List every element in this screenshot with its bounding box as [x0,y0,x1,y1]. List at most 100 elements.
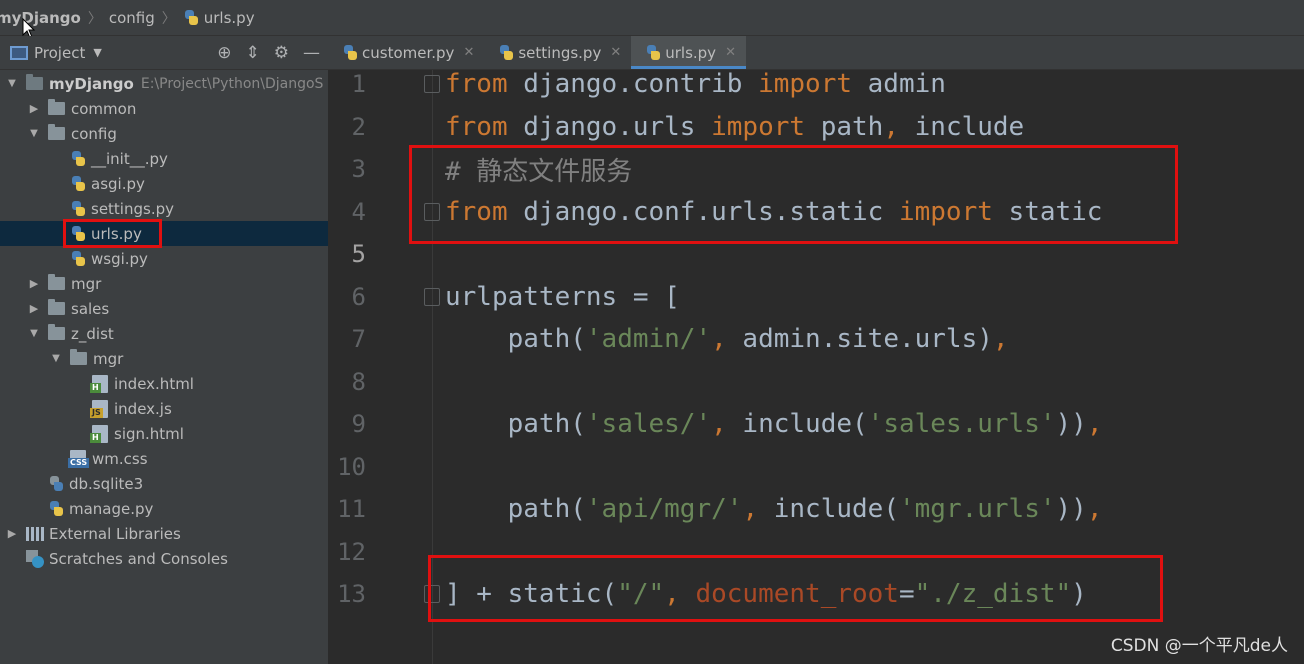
code-line[interactable]: 7 path('admin/', admin.site.urls), [328,318,1304,360]
tree-item-mgr[interactable]: ▼ mgr [0,346,328,371]
line-number: 2 [351,112,366,141]
tree-item-init-py[interactable]: ▶__init__.py [0,146,328,171]
tree-item-mydjango[interactable]: ▼ myDjango E:\Project\Python\DjangoS [0,71,328,96]
python-file-icon [48,500,64,518]
close-icon[interactable]: ✕ [463,45,474,60]
tree-item-label: common [71,99,137,118]
chevron-down-icon[interactable]: ▼ [28,328,40,339]
code-token: include( [726,409,868,439]
tree-item-index-html[interactable]: ▶Hindex.html [0,371,328,396]
tree-item-common[interactable]: ▶ common [0,96,328,121]
tree-item-wm-css[interactable]: ▶CSSwm.css [0,446,328,471]
code-line[interactable]: 9 path('sales/', include('sales.urls')), [328,403,1304,445]
locate-file-icon[interactable]: ⊕ [217,43,231,63]
code-token: from [445,69,508,99]
project-view-icon [10,45,28,60]
highlight-box-static-route [428,555,1163,622]
chevron-right-icon[interactable]: ▶ [28,102,40,115]
line-number: 6 [351,282,366,311]
code-line[interactable]: 1 from django.contrib import admin [328,63,1304,105]
code-line[interactable]: 10 [328,446,1304,488]
library-icon [26,526,44,541]
chevron-right-icon[interactable]: ▶ [28,277,40,290]
code-token: 'admin/' [585,324,712,354]
html-file-icon: H [90,374,108,393]
collapse-all-icon[interactable]: ⇕ [246,43,260,63]
line-number: 4 [351,197,366,226]
code-token: , [711,409,727,439]
folder-icon [70,349,87,365]
tree-item-label: mgr [93,349,124,368]
tab-label: customer.py [362,43,455,62]
tree-item-label: sales [71,299,110,318]
tree-item-manage-py[interactable]: ▶manage.py [0,496,328,521]
project-path: E:\Project\Python\DjangoS [140,75,324,92]
tree-item-settings-py[interactable]: ▶settings.py [0,196,328,221]
code-token: import [711,111,806,142]
breadcrumb-root[interactable]: myDjango [0,9,81,27]
line-number: 13 [337,580,366,608]
code-line[interactable]: 11 path('api/mgr/', include('mgr.urls'))… [328,488,1304,530]
fold-marker-icon[interactable] [424,75,440,93]
chevron-down-icon[interactable]: ▼ [6,78,18,89]
code-token: django.contrib [507,69,759,99]
js-file-icon: JS [90,399,108,418]
tree-item-scratches-and-consoles[interactable]: ▶Scratches and Consoles [0,546,328,571]
code-token: django.urls [507,111,712,142]
code-token: 'mgr.urls' [898,494,1056,524]
tree-item-label: __init__.py [91,149,168,168]
chevron-right-icon[interactable]: ▶ [6,527,18,540]
close-icon[interactable]: ✕ [610,45,621,60]
tree-item-urls-py[interactable]: ▶urls.py [0,221,328,246]
code-token: import [758,69,852,99]
folder-icon [48,124,65,140]
python-file-icon [342,44,358,62]
css-file-icon: CSS [68,449,90,468]
tree-item-wsgi-py[interactable]: ▶wsgi.py [0,246,328,271]
project-tree: ▼ myDjango E:\Project\Python\DjangoS ▶ commo… [0,70,328,664]
python-file-icon [70,175,86,193]
chevron-down-icon[interactable]: ▼ [50,353,62,364]
tree-item-config[interactable]: ▼ config [0,121,328,146]
close-icon[interactable]: ✕ [725,45,736,60]
chevron-down-icon[interactable]: ▼ [93,46,101,59]
hide-panel-icon[interactable]: — [303,43,320,63]
tree-item-mgr[interactable]: ▶ mgr [0,271,328,296]
breadcrumb-file[interactable]: urls.py [204,9,255,27]
line-number: 5 [351,240,366,268]
code-token: path( [445,494,586,524]
code-token: , [711,324,727,354]
line-number: 9 [351,410,366,438]
tree-item-index-js[interactable]: ▶JSindex.js [0,396,328,421]
python-file-icon [498,44,514,62]
tree-item-label: myDjango [49,74,134,93]
code-token: 'sales.urls' [867,409,1056,439]
code-token: )) [1055,494,1087,524]
tree-item-sign-html[interactable]: ▶Hsign.html [0,421,328,446]
breadcrumb-folder[interactable]: config [109,9,155,27]
code-token: , [883,111,899,142]
breadcrumb-separator-icon: 〉 [161,10,176,27]
tree-item-label: z_dist [71,324,114,343]
project-view-selector[interactable]: Project [34,44,85,62]
tree-item-db-sqlite3[interactable]: ▶db.sqlite3 [0,471,328,496]
fold-marker-icon[interactable] [424,287,440,306]
code-token: , [742,494,759,524]
code-text: path('api/mgr/', include('mgr.urls')), [445,494,1103,524]
gear-icon[interactable]: ⚙ [274,43,289,63]
tree-item-z-dist[interactable]: ▼ z_dist [0,321,328,346]
folder-icon [48,324,65,340]
code-line[interactable]: 8 [328,361,1304,403]
tree-item-external-libraries[interactable]: ▶ External Libraries [0,521,328,546]
chevron-down-icon[interactable]: ▼ [28,128,40,139]
code-token: path [805,111,884,142]
chevron-right-icon[interactable]: ▶ [28,302,40,315]
code-line[interactable]: 2 from django.urls import path, include [328,106,1304,148]
code-token: , [1086,494,1103,524]
tree-item-label: sign.html [114,424,184,443]
code-line[interactable]: 6 urlpatterns = [ [328,276,1304,318]
tree-item-asgi-py[interactable]: ▶asgi.py [0,171,328,196]
tree-item-sales[interactable]: ▶ sales [0,296,328,321]
code-text: path('admin/', admin.site.urls), [445,324,1009,354]
code-text: from django.urls import path, include [445,112,1024,142]
